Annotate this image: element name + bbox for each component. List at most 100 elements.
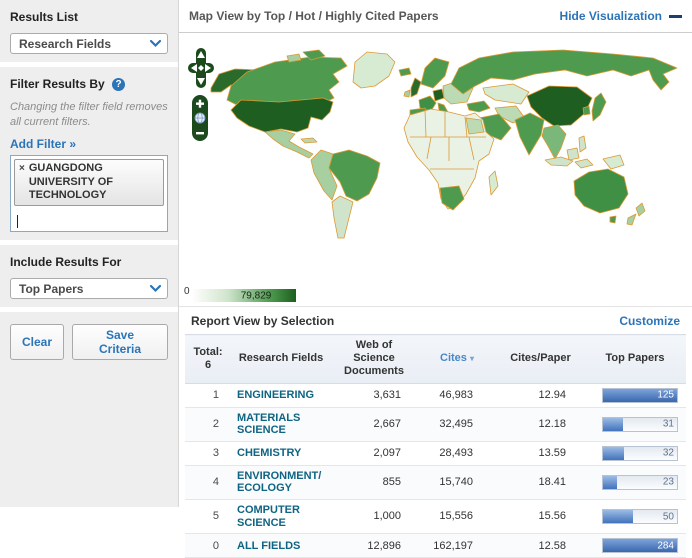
- filter-tag-text: GUANGDONG UNIVERSITY OF TECHNOLOGY: [29, 162, 159, 203]
- text-caret: [17, 215, 18, 228]
- documents-cell: 2,667: [331, 407, 417, 441]
- legend-max-label: 79,829: [241, 290, 272, 301]
- legend-min-label: 0: [184, 286, 190, 297]
- cites-cell: 162,197: [417, 534, 497, 558]
- documents-cell: 12,896: [331, 534, 417, 558]
- help-icon[interactable]: ?: [112, 78, 125, 91]
- results-table: Total:6 Research Fields Web of Science D…: [185, 334, 686, 558]
- country-madagascar: [489, 171, 498, 195]
- cites-cell: 32,495: [417, 407, 497, 441]
- sort-desc-icon: ▾: [470, 354, 474, 363]
- island-borneo: [567, 148, 579, 160]
- papua-new-guinea: [603, 155, 624, 169]
- filter-title: Filter Results By: [10, 77, 105, 91]
- globe-icon: [195, 113, 205, 123]
- map-header: Map View by Top / Hot / Highly Cited Pap…: [179, 0, 692, 33]
- table-row: 0 ALL FIELDS 12,896 162,197 12.58 284: [185, 534, 686, 558]
- documents-cell: 855: [331, 465, 417, 499]
- rank-cell: 1: [185, 383, 231, 407]
- new-zealand-north: [636, 203, 645, 216]
- main-panel: Map View by Top / Hot / Highly Cited Pap…: [179, 0, 692, 507]
- clear-button[interactable]: Clear: [10, 324, 64, 360]
- chevron-down-icon: [149, 284, 162, 293]
- rank-cell: 0: [185, 534, 231, 558]
- actions-section: Clear Save Criteria: [0, 312, 178, 507]
- cites-paper-cell: 18.41: [497, 465, 584, 499]
- southeast-asia: [542, 125, 566, 159]
- chevron-down-icon: [149, 39, 162, 48]
- col-documents: Web of Science Documents: [331, 335, 417, 384]
- world-choropleth-map[interactable]: [183, 42, 689, 282]
- top-papers-bar[interactable]: 23: [602, 475, 678, 490]
- field-link[interactable]: MATERIALS SCIENCE: [237, 412, 300, 437]
- country-south-korea: [583, 106, 590, 115]
- table-row: 2 MATERIALS SCIENCE 2,667 32,495 12.18 3…: [185, 407, 686, 441]
- filter-input-area[interactable]: × GUANGDONG UNIVERSITY OF TECHNOLOGY: [10, 155, 168, 232]
- central-asia: [483, 84, 529, 104]
- cites-paper-cell: 12.94: [497, 383, 584, 407]
- col-cites-sort[interactable]: Cites ▾: [417, 335, 497, 384]
- field-link[interactable]: ENVIRONMENT/ECOLOGY: [237, 470, 321, 495]
- results-list-label: Results List: [10, 10, 168, 24]
- cites-cell: 46,983: [417, 383, 497, 407]
- country-egypt: [466, 118, 484, 134]
- rank-cell: 2: [185, 407, 231, 441]
- cites-paper-cell: 13.59: [497, 441, 584, 465]
- field-link[interactable]: CHEMISTRY: [237, 447, 301, 459]
- top-papers-bar[interactable]: 31: [602, 417, 678, 432]
- hide-visualization-link[interactable]: Hide Visualization: [560, 9, 682, 23]
- cites-cell: 28,493: [417, 441, 497, 465]
- results-list-value: Research Fields: [19, 37, 111, 51]
- rank-cell: 4: [185, 465, 231, 499]
- col-cites-paper: Cites/Paper: [497, 335, 584, 384]
- cites-cell: 15,740: [417, 465, 497, 499]
- country-uk: [411, 78, 421, 97]
- top-papers-bar[interactable]: 32: [602, 446, 678, 461]
- field-link[interactable]: COMPUTER SCIENCE: [237, 504, 300, 529]
- country-india: [515, 113, 544, 155]
- country-germany: [433, 89, 444, 101]
- customize-link[interactable]: Customize: [619, 314, 680, 328]
- add-filter-link[interactable]: Add Filter »: [10, 137, 76, 151]
- table-row: 5 COMPUTER SCIENCE 1,000 15,556 15.56 50: [185, 500, 686, 534]
- include-results-value: Top Papers: [19, 282, 83, 296]
- map-zoom-control[interactable]: [192, 95, 208, 141]
- field-link[interactable]: ALL FIELDS: [237, 540, 300, 552]
- include-results-select[interactable]: Top Papers: [10, 278, 168, 299]
- country-australia: [574, 169, 628, 213]
- table-row: 4 ENVIRONMENT/ECOLOGY 855 15,740 18.41 2…: [185, 465, 686, 499]
- table-header-row: Total:6 Research Fields Web of Science D…: [185, 335, 686, 384]
- top-papers-bar[interactable]: 125: [602, 388, 678, 403]
- top-papers-bar[interactable]: 284: [602, 538, 678, 553]
- field-link[interactable]: ENGINEERING: [237, 389, 314, 401]
- collapse-icon: [669, 15, 682, 18]
- report-title: Report View by Selection: [191, 314, 334, 328]
- results-list-select[interactable]: Research Fields: [10, 33, 168, 54]
- top-papers-bar[interactable]: 50: [602, 509, 678, 524]
- remove-filter-icon[interactable]: ×: [19, 163, 25, 176]
- indonesia-east: [575, 159, 593, 168]
- scandinavia: [421, 58, 449, 88]
- include-results-label: Include Results For: [10, 255, 168, 269]
- country-south-africa: [440, 186, 464, 210]
- filter-tag: × GUANGDONG UNIVERSITY OF TECHNOLOGY: [14, 159, 164, 206]
- country-greenland: [353, 52, 395, 88]
- col-total: Total:6: [185, 335, 231, 384]
- country-iceland: [399, 68, 411, 76]
- table-row: 3 CHEMISTRY 2,097 28,493 13.59 32: [185, 441, 686, 465]
- country-usa: [231, 98, 333, 132]
- save-criteria-button[interactable]: Save Criteria: [72, 324, 168, 360]
- map-legend: 0 79,829: [184, 286, 296, 302]
- table-row: 1 ENGINEERING 3,631 46,983 12.94 125: [185, 383, 686, 407]
- map-visualization: 0 79,829: [179, 33, 692, 307]
- map-title: Map View by Top / Hot / Highly Cited Pap…: [189, 9, 439, 23]
- map-pan-control[interactable]: [188, 48, 214, 90]
- rank-cell: 3: [185, 441, 231, 465]
- caribbean-islands: [301, 138, 317, 143]
- legend-gradient-bar: 79,829: [192, 289, 296, 302]
- results-list-section: Results List Research Fields: [0, 0, 178, 62]
- report-header: Report View by Selection Customize: [179, 307, 692, 334]
- zoom-out-icon: [196, 132, 204, 134]
- rank-cell: 5: [185, 500, 231, 534]
- documents-cell: 3,631: [331, 383, 417, 407]
